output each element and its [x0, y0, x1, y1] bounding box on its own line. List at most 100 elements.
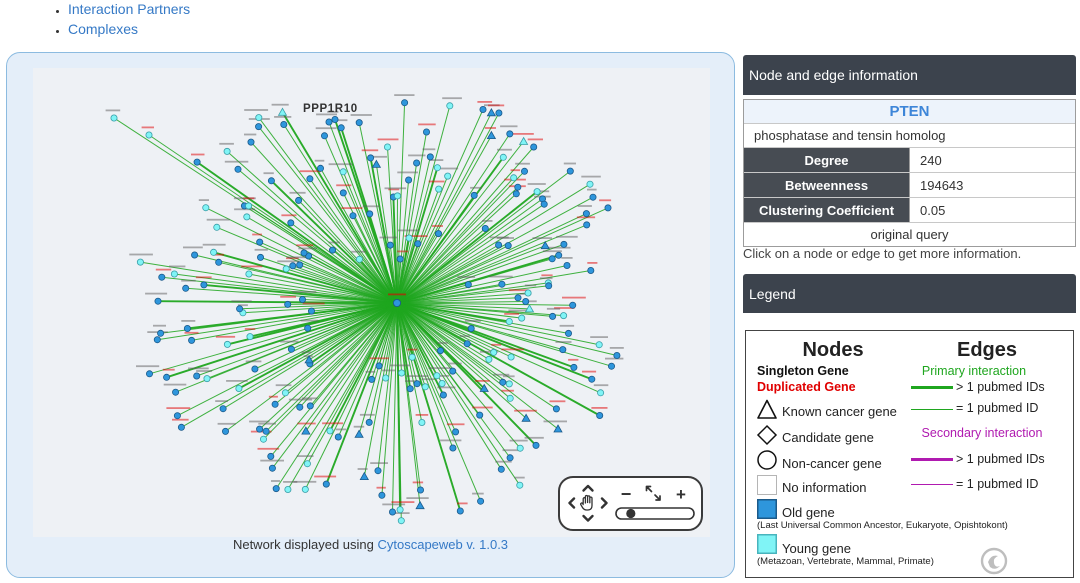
network-node[interactable] [256, 253, 264, 261]
network-node[interactable] [397, 517, 405, 525]
network-node[interactable] [191, 251, 199, 259]
network-node[interactable] [153, 336, 161, 344]
network-node[interactable] [236, 305, 244, 313]
network-node[interactable] [514, 183, 522, 191]
network-node[interactable] [213, 223, 221, 231]
network-node[interactable] [256, 425, 264, 433]
network-node[interactable] [505, 317, 513, 325]
network-node[interactable] [271, 400, 279, 408]
network-node[interactable] [386, 241, 394, 249]
network-node[interactable] [595, 341, 603, 349]
network-node[interactable] [435, 185, 443, 193]
network-node[interactable] [320, 132, 328, 140]
network-node[interactable] [243, 213, 251, 221]
network-node[interactable] [284, 485, 292, 493]
network-node[interactable] [306, 175, 314, 183]
network-node[interactable] [570, 363, 578, 371]
network-node[interactable] [405, 176, 413, 184]
network-node[interactable] [368, 375, 376, 383]
network-node[interactable] [566, 167, 574, 175]
network-node[interactable] [247, 138, 255, 146]
network-node[interactable] [296, 261, 304, 269]
network-node[interactable] [608, 362, 616, 370]
network-node[interactable] [339, 189, 347, 197]
zoom-out-button[interactable]: − [621, 484, 632, 504]
network-node[interactable] [255, 123, 263, 131]
network-node[interactable] [582, 210, 590, 218]
network-node[interactable] [613, 351, 621, 359]
zoom-pan-control[interactable]: − + [558, 476, 703, 531]
network-node[interactable] [549, 312, 557, 320]
network-node[interactable] [284, 300, 292, 308]
network-node[interactable] [532, 441, 540, 449]
network-node[interactable] [245, 202, 253, 210]
network-node[interactable] [188, 336, 196, 344]
network-node[interactable] [262, 427, 270, 435]
network-node[interactable] [456, 507, 464, 515]
network-node[interactable] [439, 391, 447, 399]
zoom-in-button[interactable]: + [676, 485, 686, 504]
network-node[interactable] [522, 297, 530, 305]
network-node[interactable] [436, 347, 444, 355]
network-node[interactable] [203, 375, 211, 383]
network-node[interactable] [215, 258, 223, 266]
network-node[interactable] [303, 460, 311, 468]
network-node[interactable] [295, 196, 303, 204]
network-node[interactable] [588, 375, 596, 383]
network-node[interactable] [307, 307, 315, 315]
network-node[interactable] [398, 369, 406, 377]
network-node[interactable] [548, 255, 556, 263]
network-node[interactable] [349, 212, 357, 220]
network-node[interactable] [560, 312, 568, 320]
network-node[interactable] [355, 119, 363, 127]
network-node[interactable] [359, 471, 369, 481]
network-node[interactable] [415, 500, 425, 510]
complexes-link[interactable]: Complexes [68, 21, 138, 37]
network-node[interactable] [470, 191, 478, 199]
network-edge[interactable] [396, 112, 500, 304]
network-node[interactable] [287, 219, 295, 227]
network-node[interactable] [597, 389, 605, 397]
network-node[interactable] [298, 295, 306, 303]
network-node[interactable] [146, 370, 154, 378]
network-node[interactable] [193, 372, 201, 380]
network-node[interactable] [545, 282, 553, 290]
network-node[interactable] [565, 329, 573, 337]
network-node[interactable] [251, 365, 259, 373]
network-node[interactable] [331, 116, 339, 124]
network-node[interactable] [200, 281, 208, 289]
network-node[interactable] [322, 480, 330, 488]
network-node[interactable] [388, 508, 396, 516]
network-node[interactable] [256, 238, 264, 246]
network-node[interactable] [173, 412, 181, 420]
network-node[interactable] [530, 143, 538, 151]
network-node[interactable] [287, 345, 295, 353]
network-node[interactable] [202, 204, 210, 212]
network-node[interactable] [177, 423, 185, 431]
network-node[interactable] [267, 177, 275, 185]
network-node[interactable] [506, 394, 514, 402]
network-node[interactable] [296, 403, 304, 411]
network-node[interactable] [396, 506, 404, 514]
network-node[interactable] [267, 452, 275, 460]
network-node[interactable] [154, 297, 162, 305]
network-node[interactable] [563, 261, 571, 269]
network-node[interactable] [234, 165, 242, 173]
network-edge[interactable] [196, 161, 398, 304]
network-node[interactable] [414, 240, 422, 248]
network-node[interactable] [555, 251, 563, 259]
network-node[interactable] [219, 405, 227, 413]
network-node[interactable] [282, 265, 290, 273]
network-node[interactable] [504, 242, 512, 250]
network-node[interactable] [280, 121, 288, 129]
network-canvas[interactable]: PPP1R10 − + [33, 68, 710, 537]
network-node[interactable] [193, 158, 201, 166]
network-node[interactable] [221, 427, 229, 435]
network-node[interactable] [277, 107, 288, 116]
network-node[interactable] [354, 429, 364, 438]
network-node[interactable] [559, 346, 567, 354]
network-node[interactable] [378, 491, 386, 499]
network-node[interactable] [367, 154, 375, 162]
network-node[interactable] [413, 159, 421, 167]
network-node[interactable] [334, 433, 342, 441]
